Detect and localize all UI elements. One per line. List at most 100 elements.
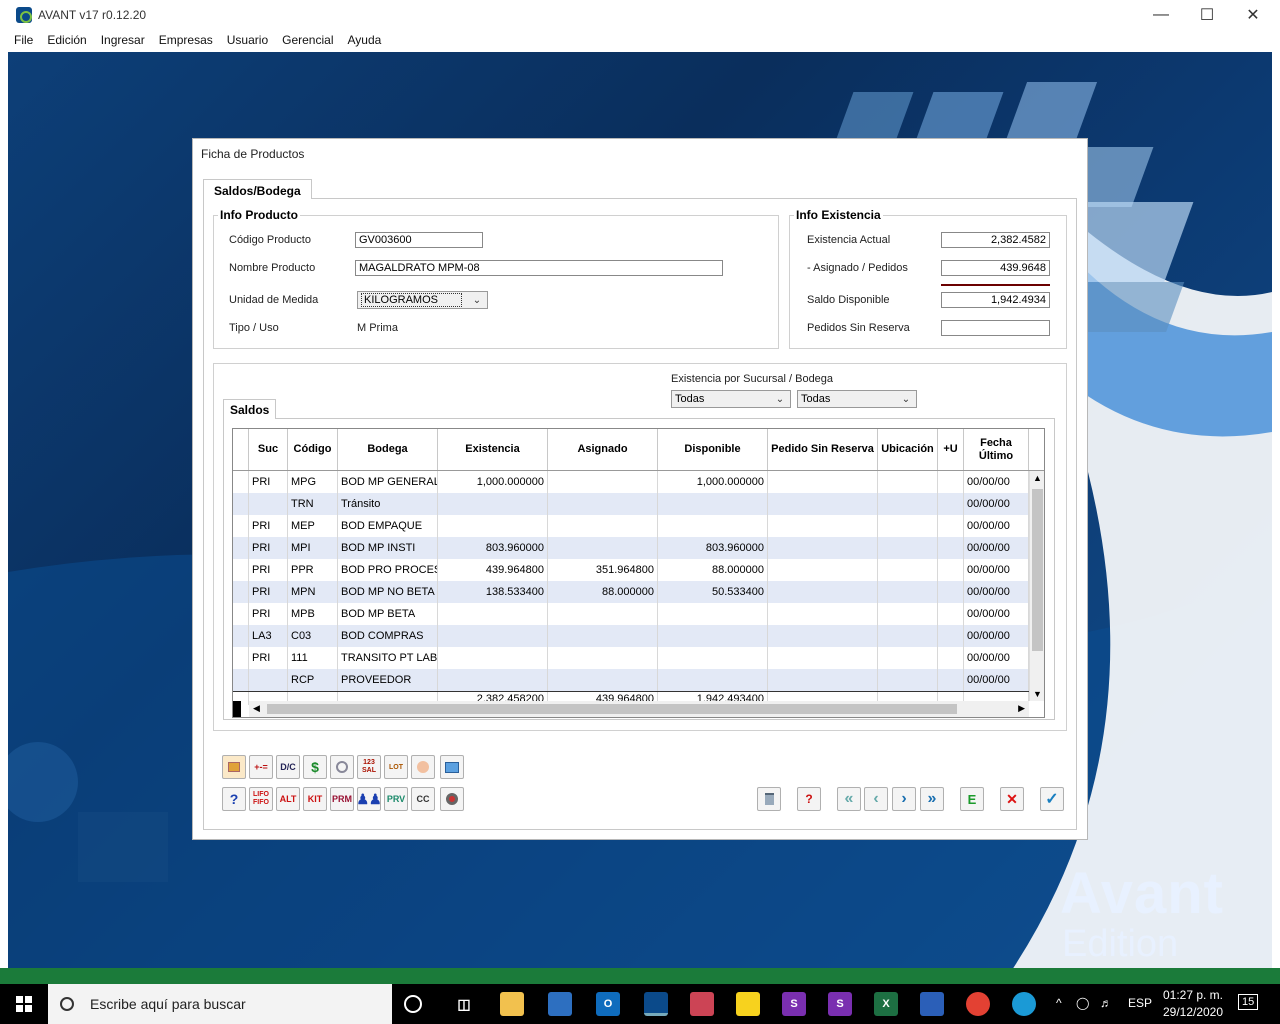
menu-usuario[interactable]: Usuario [227, 33, 268, 47]
paint-icon[interactable] [690, 992, 714, 1016]
asignado-field[interactable]: 439.9648 [941, 260, 1050, 276]
vertical-scrollbar[interactable]: ▲ ▼ [1029, 471, 1044, 701]
cancel-button[interactable]: ✕ [1000, 787, 1024, 811]
table-row[interactable]: RCP PROVEEDOR 00/00/00 [233, 669, 1029, 691]
debit-credit-button[interactable]: D/C [276, 755, 300, 779]
table-row[interactable]: LA3 C03 BOD COMPRAS 00/00/00 [233, 625, 1029, 647]
menu-edicion[interactable]: Edición [47, 33, 86, 47]
col-pedido-sin-reserva[interactable]: Pedido Sin Reserva [768, 429, 878, 470]
col-ubicacion[interactable]: Ubicación [878, 429, 938, 470]
scanner-icon[interactable] [920, 992, 944, 1016]
existencia-field[interactable]: 2,382.4582 [941, 232, 1050, 248]
network-icon[interactable]: ◯ [1076, 996, 1089, 1010]
tray-chevron-icon[interactable]: ^ [1056, 996, 1062, 1010]
col-asignado[interactable]: Asignado [548, 429, 658, 470]
prm-button[interactable]: PRM [330, 787, 354, 811]
help-button[interactable]: ? [222, 787, 246, 811]
sucursal-filter[interactable]: Todas ⌄ [671, 390, 791, 408]
edge-icon[interactable] [1012, 992, 1036, 1016]
minimize-button[interactable]: — [1138, 0, 1184, 30]
pedidos-field[interactable] [941, 320, 1050, 336]
notification-badge[interactable]: 15 [1238, 994, 1259, 1010]
row-selector[interactable] [233, 559, 249, 581]
alt-button[interactable]: ALT [276, 787, 300, 811]
gears-icon[interactable] [330, 755, 354, 779]
nombre-field[interactable]: MAGALDRATO MPM-08 [355, 260, 723, 276]
image-icon[interactable] [440, 755, 464, 779]
row-selector[interactable] [233, 493, 249, 515]
store-icon[interactable] [548, 992, 572, 1016]
col-codigo[interactable]: Código [288, 429, 338, 470]
scroll-down-icon[interactable]: ▼ [1033, 689, 1042, 699]
horizontal-scroll-thumb[interactable] [267, 704, 957, 714]
lot-button[interactable]: LOT [384, 755, 408, 779]
excel-icon[interactable]: X [874, 992, 898, 1016]
col-disponible[interactable]: Disponible [658, 429, 768, 470]
col-suc[interactable]: Suc [249, 429, 288, 470]
cortana-icon[interactable] [404, 995, 422, 1013]
cc-button[interactable]: CC [411, 787, 435, 811]
codigo-field[interactable]: GV003600 [355, 232, 483, 248]
lifo-fifo-button[interactable]: LIFO FIFO [249, 787, 273, 811]
people-icon[interactable]: ♟♟ [356, 787, 382, 811]
next-button[interactable]: › [892, 787, 916, 811]
outlook-icon[interactable]: O [596, 992, 620, 1016]
table-row[interactable]: PRI 111 TRANSITO PT LAB 00/00/00 [233, 647, 1029, 669]
clock[interactable]: 01:27 p. m. 29/12/2020 [1162, 988, 1224, 1019]
close-button[interactable]: ✕ [1230, 0, 1276, 30]
row-selector[interactable] [233, 515, 249, 537]
row-selector[interactable] [233, 669, 249, 691]
app-s-icon-2[interactable]: S [828, 992, 852, 1016]
kit-button[interactable]: KIT [303, 787, 327, 811]
vertical-scroll-thumb[interactable] [1032, 489, 1043, 651]
scroll-right-icon[interactable]: ▶ [1018, 703, 1025, 714]
menu-file[interactable]: File [14, 33, 33, 47]
menu-gerencial[interactable]: Gerencial [282, 33, 333, 47]
trash-icon[interactable] [757, 787, 781, 811]
edit-button[interactable]: E [960, 787, 984, 811]
scroll-up-icon[interactable]: ▲ [1033, 473, 1042, 483]
file-explorer-icon[interactable] [500, 992, 524, 1016]
horizontal-scrollbar[interactable]: ◀ ▶ [249, 701, 1029, 717]
price-button[interactable]: $ [303, 755, 327, 779]
row-selector[interactable] [233, 647, 249, 669]
settings-gear-icon[interactable] [440, 787, 464, 811]
table-row[interactable]: TRN Tránsito 00/00/00 [233, 493, 1029, 515]
language-indicator[interactable]: ESP [1128, 996, 1152, 1010]
volume-icon[interactable]: ♬ [1100, 996, 1112, 1010]
menu-empresas[interactable]: Empresas [159, 33, 213, 47]
bodega-filter[interactable]: Todas ⌄ [797, 390, 917, 408]
maximize-button[interactable]: ☐ [1184, 0, 1230, 30]
row-selector[interactable] [233, 581, 249, 603]
table-row[interactable]: PRI MPG BOD MP GENERAL 1,000.000000 1,000.00… [233, 471, 1029, 493]
app-s-icon-1[interactable]: S [782, 992, 806, 1016]
row-selector[interactable] [233, 471, 249, 493]
table-row[interactable]: PRI MPI BOD MP INSTI 803.960000 803.960000 00… [233, 537, 1029, 559]
saldo-field[interactable]: 1,942.4934 [941, 292, 1050, 308]
row-selector[interactable] [233, 603, 249, 625]
coins-icon[interactable] [411, 755, 435, 779]
chrome-icon[interactable] [966, 992, 990, 1016]
table-row[interactable]: PRIPPRBOD PRO PROCESO439.964800351.96480… [233, 559, 1029, 581]
table-row[interactable]: PRI MEP BOD EMPAQUE 00/00/00 [233, 515, 1029, 537]
scroll-left-icon[interactable]: ◀ [253, 703, 260, 714]
col-bodega[interactable]: Bodega [338, 429, 438, 470]
prev-button[interactable]: ‹ [864, 787, 888, 811]
first-button[interactable]: « [837, 787, 861, 811]
taskbar-search[interactable]: Escribe aquí para buscar [48, 984, 392, 1024]
sticky-notes-icon[interactable] [736, 992, 760, 1016]
row-selector[interactable] [233, 625, 249, 647]
tab-saldos-bodega[interactable]: Saldos/Bodega [203, 179, 312, 199]
last-button[interactable]: » [920, 787, 944, 811]
avant-taskbar-icon[interactable] [644, 992, 668, 1016]
start-button[interactable] [0, 984, 48, 1024]
menu-ingresar[interactable]: Ingresar [101, 33, 145, 47]
unidad-select[interactable]: KILOGRAMOS ⌄ [357, 291, 488, 309]
saldo-button[interactable]: 123 SAL [357, 755, 381, 779]
menu-ayuda[interactable]: Ayuda [347, 33, 381, 47]
col-existencia[interactable]: Existencia [438, 429, 548, 470]
table-row[interactable]: PRI MPN BOD MP NO BETA 138.533400 88.000000 5… [233, 581, 1029, 603]
table-row[interactable]: PRI MPB BOD MP BETA 00/00/00 [233, 603, 1029, 625]
ok-button[interactable]: ✓ [1040, 787, 1064, 811]
col-fecha-ultimo[interactable]: Fecha Último [964, 429, 1029, 470]
